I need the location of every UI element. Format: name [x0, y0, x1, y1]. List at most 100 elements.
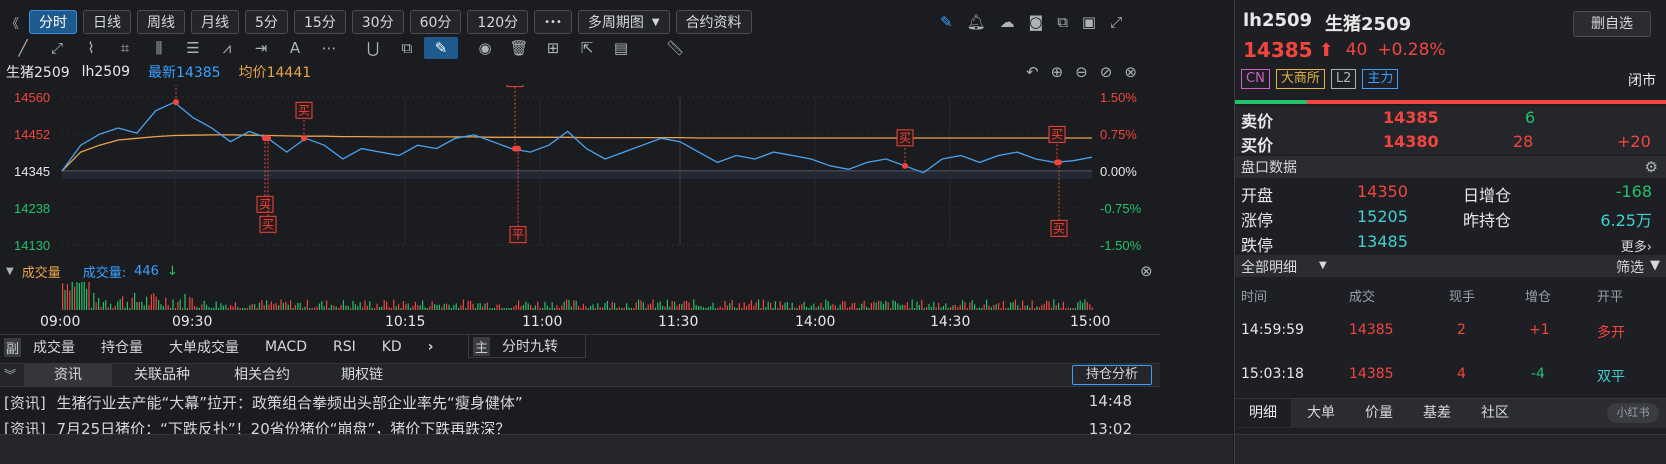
tab-60min[interactable]: 60分 — [409, 10, 462, 34]
table-row[interactable]: 14:59:59 14385 2 +1 多开 — [1235, 322, 1666, 344]
cloud-icon[interactable]: ☁︎ — [1000, 13, 1015, 31]
multi-period-dropdown[interactable]: 多周期图 ▼ — [577, 10, 670, 34]
more-link[interactable]: 更多› — [1621, 236, 1652, 255]
tab-community[interactable]: 社区 — [1467, 399, 1523, 427]
measure-tool-icon[interactable]: ⇥ — [244, 39, 278, 57]
undo-icon[interactable]: ↶ — [1026, 63, 1039, 81]
more-tools-icon[interactable]: ⋯ — [312, 39, 346, 57]
line-tool-icon[interactable]: ╱ — [6, 39, 40, 57]
copy-icon[interactable]: ⧉ — [1057, 13, 1068, 31]
tab-5min[interactable]: 5分 — [245, 10, 288, 34]
collapse-icon[interactable]: 《 — [6, 13, 19, 32]
pen-icon[interactable]: ✎ — [940, 13, 953, 31]
tab-price-volume[interactable]: 价量 — [1351, 399, 1407, 427]
tab-related-products[interactable]: 关联品种 — [112, 364, 212, 386]
volume-bar — [911, 299, 913, 310]
collapse-volume-icon[interactable]: ▼ — [6, 266, 14, 277]
detail-title[interactable]: 全部明细 — [1241, 257, 1297, 277]
trade-marker[interactable]: 平 — [509, 145, 527, 244]
table-row[interactable]: 15:03:18 14385 4 -4 双平 — [1235, 366, 1666, 388]
close-chart-icon[interactable]: ⊗ — [1124, 63, 1137, 81]
tab-daily[interactable]: 日线 — [83, 10, 132, 34]
export-icon[interactable]: ⇱ — [570, 39, 604, 57]
tab-option-chain[interactable]: 期权链 — [312, 364, 412, 386]
draw-mode-icon[interactable]: ✎ — [424, 37, 458, 59]
volume-bar — [894, 301, 896, 310]
layers-icon[interactable]: ⧉ — [390, 39, 424, 57]
open-value: 14350 — [1357, 182, 1408, 201]
volume-bar — [162, 306, 164, 310]
trade-marker[interactable]: 买 — [896, 129, 914, 169]
contract-info-button[interactable]: 合约资料 — [675, 10, 752, 34]
tab-detail[interactable]: 明细 — [1235, 399, 1291, 427]
tab-rsi[interactable]: RSI — [333, 339, 356, 355]
window-icon[interactable]: ▣ — [1082, 13, 1096, 31]
tab-kd[interactable]: KD — [382, 339, 402, 355]
trash-icon[interactable]: 🗑︎ — [502, 39, 536, 57]
tab-volume[interactable]: 成交量 — [33, 337, 75, 357]
limit-up-value: 15205 — [1357, 207, 1408, 226]
filter-icon[interactable]: ▼ — [1650, 258, 1660, 273]
tab-weekly[interactable]: 周线 — [137, 10, 186, 34]
trade-marker[interactable]: 平 — [168, 85, 184, 106]
tab-monthly[interactable]: 月线 — [191, 10, 240, 34]
tab-news[interactable]: 资讯 — [24, 364, 112, 386]
notes-icon[interactable]: ▤ — [604, 39, 638, 57]
bars-tool-icon[interactable]: ⫼ — [142, 39, 176, 57]
col-oi: 增仓 — [1525, 290, 1552, 305]
trade-marker[interactable]: 买 — [1048, 125, 1066, 166]
trade-marker[interactable]: 平 — [506, 85, 524, 152]
tab-open-interest[interactable]: 持仓量 — [101, 337, 143, 357]
volume-bar — [210, 308, 212, 310]
path-tool-icon[interactable]: ⌇ — [74, 39, 108, 57]
tab-big-orders[interactable]: 大单 — [1293, 399, 1349, 427]
camera-icon[interactable]: ◙ — [1029, 13, 1044, 31]
tab-120min[interactable]: 120分 — [467, 10, 529, 34]
volume-bar — [686, 300, 688, 310]
zoom-in-icon[interactable]: ⊕ — [1051, 63, 1064, 81]
fullscreen-icon[interactable]: ⤢ — [1110, 13, 1122, 31]
tab-basis[interactable]: 基差 — [1409, 399, 1465, 427]
fan-tool-icon[interactable]: ⩘ — [210, 39, 244, 57]
tab-30min[interactable]: 30分 — [351, 10, 404, 34]
volume-bar — [1029, 307, 1031, 310]
close-volume-icon[interactable]: ⊗ — [1140, 262, 1153, 280]
tab-related-contracts[interactable]: 相关合约 — [212, 364, 312, 386]
volume-bar — [410, 308, 412, 310]
crop-tool-icon[interactable]: ⌗ — [108, 39, 142, 57]
position-analysis-button[interactable]: 持仓分析 — [1072, 365, 1152, 385]
tab-macd[interactable]: MACD — [265, 339, 307, 355]
magnet-icon[interactable]: ⋃ — [356, 39, 390, 57]
ruler-icon[interactable]: 📏︎ — [658, 39, 692, 57]
collapse-info-icon[interactable]: ︾ — [4, 366, 16, 383]
grid-icon[interactable]: ⊞ — [536, 39, 570, 57]
volume-bar — [486, 302, 488, 310]
more-periods-button[interactable]: ••• — [534, 10, 572, 34]
tab-big-volume[interactable]: 大单成交量 — [169, 337, 239, 357]
ray-tool-icon[interactable]: ⤢ — [40, 39, 74, 57]
text-tool-icon[interactable]: A — [278, 39, 312, 57]
volume-bar — [376, 303, 378, 310]
zoom-out-icon[interactable]: ⊖ — [1075, 63, 1088, 81]
news-item[interactable]: [资讯] 7月25日猪价：“下跌反扑”！20省份猪价“崩盘”，猪价下跌再跌深？ … — [4, 418, 1154, 434]
tab-15min[interactable]: 15分 — [293, 10, 346, 34]
zero-band — [62, 171, 1092, 179]
tab-fenshi[interactable]: 分时 — [29, 10, 78, 34]
chevron-right-icon[interactable]: › — [428, 339, 434, 355]
main-indicator[interactable]: 主 分时九转 — [468, 334, 586, 358]
volume-bar — [986, 299, 988, 310]
remove-watchlist-button[interactable]: 删自选 — [1573, 11, 1651, 37]
settings-icon[interactable]: ⚙ — [1645, 158, 1658, 176]
filter-button[interactable]: 筛选 — [1616, 257, 1644, 277]
volume-bar — [174, 308, 176, 310]
bell-icon[interactable]: 🔔︎ — [967, 13, 986, 31]
price-chart[interactable]: 14560 1.50% 14452 0.75% 14345 0.00% 14238 -0.75… — [0, 85, 1160, 260]
eye-icon[interactable]: ◉ — [468, 39, 502, 57]
fib-tool-icon[interactable]: ☰ — [176, 39, 210, 57]
bottom-scrollbar[interactable] — [0, 434, 1233, 464]
news-item[interactable]: [资讯] 生猪行业去产能“大幕”拉开：政策组合拳频出头部企业率先“瘦身健体” 1… — [4, 392, 1154, 414]
reset-icon[interactable]: ⊘ — [1100, 63, 1113, 81]
trade-marker[interactable]: 买 — [259, 135, 277, 233]
chevron-down-icon[interactable]: ▼ — [1319, 260, 1327, 271]
volume-bar — [1036, 306, 1038, 310]
